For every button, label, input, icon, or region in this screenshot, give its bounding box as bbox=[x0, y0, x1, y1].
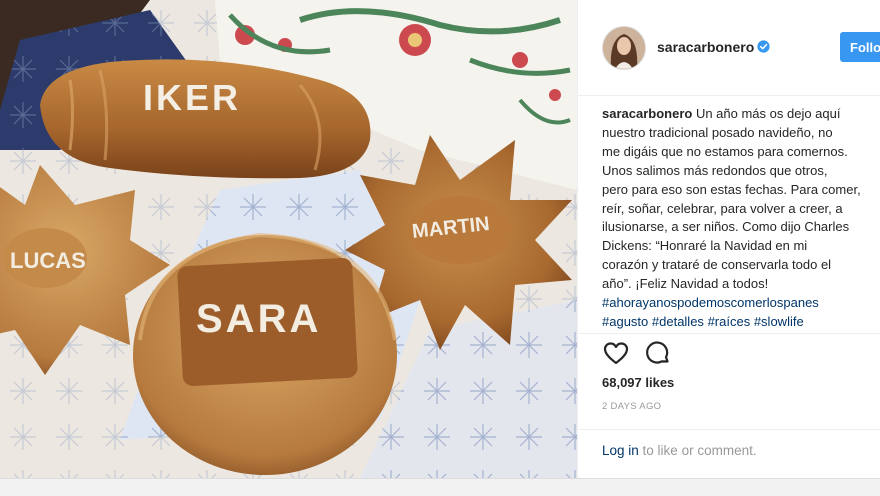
login-link[interactable]: Log in bbox=[602, 443, 639, 458]
post-actions: 68,097 likes 2 DAYS AGO Log in to like o… bbox=[578, 333, 880, 478]
bread-photo-illustration: IKER LUCAS MARTIN SARA bbox=[0, 0, 577, 478]
post-caption: saracarbonero Un año más os dejo aquí nu… bbox=[602, 105, 880, 332]
login-prompt: Log in to like or comment. bbox=[578, 429, 880, 478]
caption-line: saracarbonero Un año más os dejo aquí bbox=[602, 105, 880, 124]
post-username[interactable]: saracarbonero bbox=[657, 39, 754, 55]
caption-line: corazón y trataré de conservarla todo el bbox=[602, 257, 832, 273]
bread-label-sara: SARA bbox=[196, 297, 321, 341]
caption-line: pero para eso son estas fechas. Para com… bbox=[602, 181, 861, 197]
heart-icon[interactable] bbox=[602, 340, 630, 368]
instagram-post: IKER LUCAS MARTIN SARA saracarbonero Fol… bbox=[0, 0, 880, 478]
hashtag-line: #ahorayanospodemoscomerlospanes bbox=[602, 294, 880, 313]
avatar[interactable] bbox=[602, 26, 646, 70]
post-date: 2 DAYS AGO bbox=[602, 401, 662, 412]
post-header: saracarbonero Follow bbox=[578, 0, 880, 96]
post-photo[interactable]: IKER LUCAS MARTIN SARA bbox=[0, 0, 577, 478]
caption-text: Un año más os dejo aquí bbox=[692, 106, 841, 121]
login-prompt-rest: to like or comment. bbox=[638, 443, 757, 458]
caption-line: me digáis que no estamos para comernos. bbox=[602, 143, 848, 159]
hashtag-link[interactable]: #agusto bbox=[602, 314, 648, 329]
comment-icon[interactable] bbox=[644, 340, 672, 368]
caption-line: año”. ¡Feliz Navidad a todos! bbox=[602, 276, 769, 292]
like-count[interactable]: 68,097 likes bbox=[602, 375, 674, 390]
follow-button[interactable]: Follow bbox=[840, 32, 880, 62]
page-bottom-strip bbox=[0, 478, 880, 496]
caption-line: reír, soñar, celebrar, para volver a cre… bbox=[602, 200, 843, 216]
caption-line: nuestro tradicional posado navideño, no bbox=[602, 124, 833, 140]
hashtag-link[interactable]: #ahorayanospodemoscomerlospanes bbox=[602, 295, 819, 310]
hashtag-link[interactable]: #detalles bbox=[652, 314, 704, 329]
post-side-panel: saracarbonero Follow saracarbonero Un añ… bbox=[577, 0, 880, 478]
bread-sara: SARA bbox=[133, 232, 397, 475]
caption-line: Dickens: “Honraré la Navidad en mi bbox=[602, 238, 808, 254]
login-prompt-text: Log in to like or comment. bbox=[602, 443, 757, 458]
hashtag-link[interactable]: #slowlife bbox=[754, 314, 804, 329]
verified-icon bbox=[757, 40, 770, 53]
avatar-portrait bbox=[603, 27, 645, 69]
caption-username[interactable]: saracarbonero bbox=[602, 106, 692, 121]
caption-line: ilusionarse, a ser niños. Como dijo Char… bbox=[602, 219, 850, 235]
hashtag-link[interactable]: #raíces bbox=[708, 314, 751, 329]
caption-line: Unos salimos más redondos que otros, bbox=[602, 162, 828, 178]
bread-label-lucas: LUCAS bbox=[10, 248, 86, 273]
hashtag-line: #agusto #detalles #raíces #slowlife bbox=[602, 313, 880, 332]
bread-label-iker: IKER bbox=[143, 77, 241, 118]
